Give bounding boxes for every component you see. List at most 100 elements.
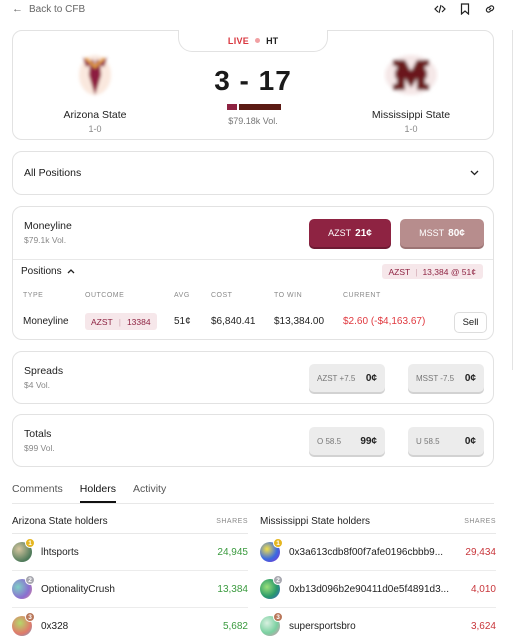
rank-badge: 1 [273, 538, 283, 548]
sell-button[interactable]: Sell [454, 312, 487, 333]
arrow-left-icon: ← [12, 3, 23, 15]
button-label: O 58.5 [317, 436, 342, 446]
holder-row[interactable]: 2 OptionalityCrush 13,384 [12, 571, 248, 608]
buy-azst-button[interactable]: AZST 21¢ [309, 219, 391, 247]
row-to-win: $13,384.00 [274, 316, 325, 327]
totals-header: Totals $99 Vol. [24, 428, 55, 453]
shares-column-header: SHARES [464, 518, 496, 525]
holder-name: 0x3a613cdb8f00f7afe0196cbbb9... [289, 546, 444, 558]
holder-shares: 24,945 [217, 546, 248, 558]
link-icon[interactable] [484, 3, 496, 15]
tab-activity[interactable]: Activity [133, 483, 166, 503]
button-price: 21¢ [355, 227, 372, 239]
row-cost: $6,840.41 [211, 316, 256, 327]
row-avg: 51¢ [174, 316, 191, 327]
button-label: U 58.5 [416, 436, 440, 446]
spreads-card: Spreads $4 Vol. AZST +7.5 0¢ MSST -7.5 0… [12, 351, 494, 404]
bookmark-icon[interactable] [460, 3, 470, 15]
avatar: 3 [12, 612, 35, 636]
button-team: MSST [419, 228, 445, 238]
outcome-shares: 13384 [126, 316, 151, 327]
totals-title: Totals [24, 428, 52, 440]
away-holders-header: Mississippi State holders SHARES [260, 510, 496, 534]
divider [13, 259, 493, 260]
button-price: 0¢ [464, 435, 476, 447]
scrollbar-edge[interactable] [512, 30, 516, 370]
button-price: 80¢ [448, 227, 465, 239]
chevron-down-icon [470, 167, 479, 179]
away-team[interactable]: Mississippi State 1-0 [351, 49, 471, 134]
outcome-team: AZST [91, 316, 113, 327]
rank-badge: 1 [25, 538, 35, 548]
total-under-button[interactable]: U 58.5 0¢ [408, 427, 484, 455]
col-avg-header: AVG [174, 292, 190, 299]
rank-badge: 3 [25, 612, 35, 622]
period-label: HT [266, 35, 279, 46]
spread-azst-button[interactable]: AZST +7.5 0¢ [309, 364, 385, 392]
badge-separator: | [415, 266, 418, 277]
holder-shares: 3,624 [470, 620, 496, 632]
moneyline-header: Moneyline $79.1k Vol. [24, 220, 72, 245]
row-current-change: (-$4,163.67) [370, 316, 426, 327]
holder-row[interactable]: 3 supersportsbro 3,624 [260, 608, 496, 644]
holder-row[interactable]: 1 lhtsports 24,945 [12, 534, 248, 571]
status-dot [255, 38, 261, 43]
home-volume-segment [227, 104, 237, 110]
back-link[interactable]: ← Back to CFB [12, 3, 85, 15]
button-team: AZST [328, 228, 352, 238]
positions-filter-select[interactable]: All Positions [12, 151, 494, 195]
holder-name: 0x328 [41, 620, 69, 632]
button-label: MSST -7.5 [416, 373, 455, 383]
tab-comments[interactable]: Comments [12, 483, 63, 503]
holder-row[interactable]: 3 0x328 5,682 [12, 608, 248, 644]
buy-msst-button[interactable]: MSST 80¢ [400, 219, 484, 247]
positions-toggle[interactable]: Positions [21, 266, 75, 277]
col-towin-header: TO WIN [274, 292, 303, 299]
holder-row[interactable]: 1 0x3a613cdb8f00f7afe0196cbbb9... 29,434 [260, 534, 496, 571]
spread-msst-button[interactable]: MSST -7.5 0¢ [408, 364, 484, 392]
button-label: AZST +7.5 [317, 373, 356, 383]
rank-badge: 3 [273, 612, 283, 622]
holder-shares: 5,682 [222, 620, 248, 632]
embed-code-icon[interactable] [434, 3, 446, 15]
holder-row[interactable]: 2 0xb13d096b2e90411d0e5f4891d3... 4,010 [260, 571, 496, 608]
away-team-name: Mississippi State [371, 109, 451, 121]
back-label: Back to CFB [29, 3, 86, 15]
away-holders-list: Mississippi State holders SHARES 1 0x3a6… [260, 510, 496, 644]
spreads-header: Spreads $4 Vol. [24, 365, 63, 390]
positions-filter-label: All Positions [24, 167, 82, 179]
holder-name: lhtsports [41, 546, 79, 558]
row-type: Moneyline [23, 316, 69, 327]
top-actions [434, 3, 496, 15]
spreads-volume: $4 Vol. [24, 380, 50, 390]
away-team-record: 1-0 [404, 124, 418, 134]
avatar: 2 [12, 575, 35, 599]
holder-shares: 13,384 [217, 583, 248, 595]
tab-holders[interactable]: Holders [79, 483, 116, 503]
shares-column-header: SHARES [216, 518, 248, 525]
totals-card: Totals $99 Vol. O 58.5 99¢ U 58.5 0¢ [12, 414, 494, 467]
button-price: 0¢ [464, 372, 476, 384]
badge-team: AZST [388, 266, 411, 277]
positions-label: Positions [21, 266, 62, 277]
holder-shares: 29,434 [465, 546, 496, 558]
section-tabs: Comments Holders Activity [12, 483, 166, 503]
chevron-up-icon [67, 266, 75, 277]
holder-name: supersportsbro [289, 620, 356, 632]
rank-badge: 2 [25, 575, 35, 585]
col-current-header: CURRENT [343, 292, 381, 299]
home-holders-list: Arizona State holders SHARES 1 lhtsports… [12, 510, 248, 644]
col-type-header: TYPE [23, 292, 44, 299]
total-over-button[interactable]: O 58.5 99¢ [309, 427, 385, 455]
rank-badge: 2 [273, 575, 283, 585]
row-current: $2.60 (-$4,163.67) [343, 316, 425, 327]
moneyline-title: Moneyline [24, 220, 72, 232]
holder-name: 0xb13d096b2e90411d0e5f4891d3... [289, 583, 449, 595]
live-label: LIVE [227, 35, 250, 46]
away-holders-title: Mississippi State holders [260, 516, 371, 527]
game-status: LIVE HT [178, 30, 328, 52]
moneyline-card: Moneyline $79.1k Vol. AZST 21¢ MSST 80¢ … [12, 206, 494, 340]
spreads-title: Spreads [24, 365, 64, 377]
tabs-divider [12, 503, 494, 504]
avatar: 2 [260, 575, 283, 599]
